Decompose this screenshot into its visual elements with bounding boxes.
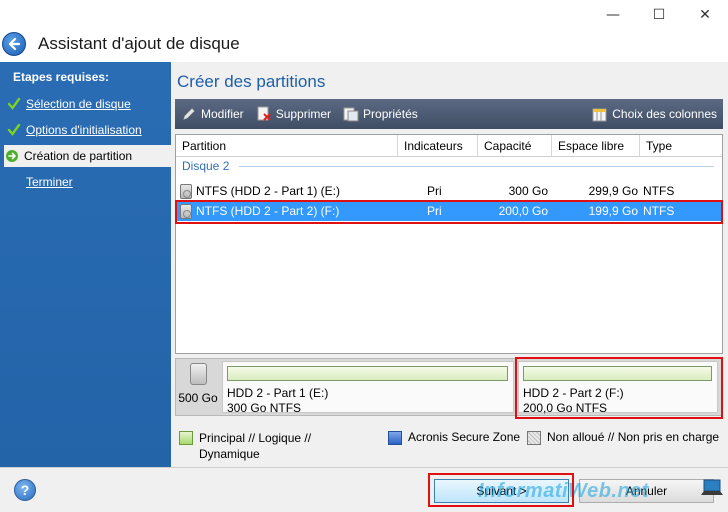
properties-icon: [343, 106, 359, 122]
sidebar-step-partition-creation[interactable]: Création de partition: [4, 145, 171, 167]
laptop-icon: [701, 479, 723, 495]
list-header: Partition Indicateurs Capacité Espace li…: [176, 135, 722, 157]
partition-flags: Pri: [427, 184, 442, 198]
partition-type: NTFS: [643, 204, 675, 218]
partition-list: Partition Indicateurs Capacité Espace li…: [175, 134, 723, 354]
properties-button[interactable]: Propriétés: [337, 99, 424, 129]
maximize-button[interactable]: ☐: [636, 0, 682, 30]
disk-map: 500 Go HDD 2 - Part 1 (E:) 300 Go NTFS H…: [175, 358, 723, 416]
sidebar-heading: Etapes requises:: [13, 70, 110, 84]
sidebar-step-disk-selection[interactable]: Sélection de disque: [6, 93, 171, 115]
partition-free-space: 199,9 Go: [588, 204, 638, 218]
partition-usage-bar: [523, 366, 712, 381]
disk-summary: 500 Go: [178, 361, 218, 413]
partition-usage-bar: [227, 366, 508, 381]
modify-button[interactable]: Modifier: [175, 99, 250, 129]
disk-group-label: Disque 2: [182, 159, 230, 173]
unallocated-swatch: [527, 431, 541, 445]
choose-columns-button[interactable]: Choix des colonnes: [586, 99, 723, 129]
sidebar-step-label: Création de partition: [24, 149, 133, 163]
column-header-flags[interactable]: Indicateurs: [398, 135, 478, 157]
sidebar-step-init-options[interactable]: Options d'initialisation: [6, 119, 171, 141]
legend-item-acronis: Acronis Secure Zone: [388, 430, 520, 445]
table-row-selected[interactable]: NTFS (HDD 2 - Part 2) (F:) Pri 200,0 Go …: [176, 201, 722, 221]
columns-icon: [592, 106, 608, 122]
disk-map-partition-name: HDD 2 - Part 1 (E:): [227, 386, 329, 400]
divider: [239, 165, 714, 167]
minimize-button[interactable]: —: [590, 0, 636, 30]
column-header-partition[interactable]: Partition: [176, 135, 398, 157]
column-header-capacity[interactable]: Capacité: [478, 135, 552, 157]
window-controls: — ☐ ✕: [590, 0, 728, 30]
partition-flags: Pri: [427, 204, 442, 218]
partition-type: NTFS: [643, 184, 675, 198]
sidebar-step-label[interactable]: Options d'initialisation: [26, 123, 142, 137]
partition-free-space: 299,9 Go: [588, 184, 638, 198]
disk-map-partition-2[interactable]: HDD 2 - Part 2 (F:) 200,0 Go NTFS: [518, 361, 718, 415]
legend-label: Principal // Logique // Dynamique: [199, 431, 312, 461]
legend-item-primary: Principal // Logique // Dynamique: [179, 430, 339, 462]
help-icon[interactable]: ?: [14, 479, 36, 501]
arrow-right-icon: [4, 148, 20, 164]
delete-button[interactable]: Supprimer: [250, 99, 337, 129]
page-title: Créer des partitions: [177, 72, 326, 91]
cancel-button[interactable]: Annuler: [579, 479, 714, 503]
column-header-free-space[interactable]: Espace libre: [552, 135, 640, 157]
title-bar: — ☐ ✕ Assistant d'ajout de disque: [0, 0, 728, 62]
legend-item-unallocated: Non alloué // Non pris en charge: [527, 430, 719, 445]
window-title: Assistant d'ajout de disque: [38, 34, 240, 53]
checkmark-icon: [6, 96, 22, 112]
legend: Principal // Logique // Dynamique Acroni…: [179, 428, 725, 464]
partition-capacity: 300 Go: [508, 184, 548, 198]
legend-label: Non alloué // Non pris en charge: [547, 430, 720, 444]
disk-map-partition-1[interactable]: HDD 2 - Part 1 (E:) 300 Go NTFS: [222, 361, 514, 415]
sidebar: Etapes requises: Sélection de disque Opt…: [0, 62, 171, 467]
disk-map-partition-info: 300 Go NTFS: [227, 401, 302, 415]
hdd-icon: [180, 203, 192, 219]
partition-capacity: 200,0 Go: [498, 204, 548, 218]
sidebar-step-finish[interactable]: Terminer: [6, 171, 171, 193]
back-button[interactable]: [2, 32, 26, 56]
partition-name: NTFS (HDD 2 - Part 2) (F:): [196, 204, 340, 218]
toolbar: Modifier Supprimer Propriétés Choix des …: [175, 99, 723, 129]
primary-swatch: [179, 431, 193, 445]
disk-icon: [189, 363, 207, 385]
modify-label: Modifier: [201, 107, 244, 121]
back-arrow-icon: [8, 37, 21, 51]
table-row[interactable]: NTFS (HDD 2 - Part 1) (E:) Pri 300 Go 29…: [176, 181, 722, 201]
main-panel: Créer des partitions Modifier Supprimer …: [171, 62, 728, 467]
disk-size: 500 Go: [178, 391, 218, 405]
disk-group-header: Disque 2: [176, 157, 722, 175]
next-button[interactable]: Suivant >: [434, 479, 569, 503]
column-header-type[interactable]: Type: [640, 135, 700, 157]
footer: ? Suivant > Annuler: [0, 467, 728, 512]
pencil-icon: [181, 106, 197, 122]
sidebar-step-label[interactable]: Terminer: [26, 175, 73, 189]
checkmark-icon: [6, 122, 22, 138]
columns-label: Choix des colonnes: [612, 107, 717, 121]
delete-icon: [256, 106, 272, 122]
disk-map-partition-name: HDD 2 - Part 2 (F:): [523, 386, 624, 400]
partition-name: NTFS (HDD 2 - Part 1) (E:): [196, 184, 341, 198]
hdd-icon: [180, 183, 192, 199]
properties-label: Propriétés: [363, 107, 418, 121]
acronis-swatch: [388, 431, 402, 445]
disk-map-partition-info: 200,0 Go NTFS: [523, 401, 608, 415]
close-button[interactable]: ✕: [682, 0, 728, 30]
sidebar-step-label[interactable]: Sélection de disque: [26, 97, 131, 111]
legend-label: Acronis Secure Zone: [408, 430, 521, 444]
delete-label: Supprimer: [275, 107, 332, 121]
